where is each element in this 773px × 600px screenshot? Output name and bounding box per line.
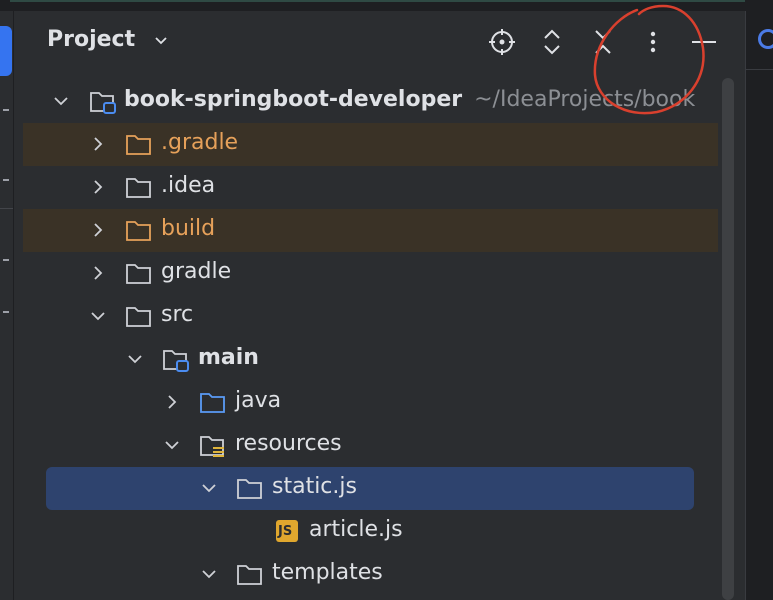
tree-item-src[interactable]: src [13,295,718,338]
folder-icon [237,565,262,585]
tree-item-build[interactable]: build [23,209,718,252]
chevron-down-icon [155,37,167,45]
chevron-down-icon[interactable] [164,437,180,453]
tool-window-strip [0,11,14,600]
top-strip [0,0,773,11]
editor-tab-divider [746,69,773,70]
tree-item-label: resources [235,431,342,456]
tree-item-label: src [161,302,194,327]
tree-item-gradle[interactable]: gradle [13,252,718,295]
folder-icon [126,178,151,198]
resources-folder-icon [200,436,224,457]
editor-tab-highlight [10,0,745,2]
folder-icon [126,264,151,284]
project-path: ~/IdeaProjects/book [474,87,696,112]
project-panel-header: Project [13,11,745,73]
tree-item-article-js[interactable]: JS article.js [13,510,718,553]
tree-item-project-root[interactable]: book-springboot-developer ~/IdeaProjects/… [13,80,718,123]
chevron-down-icon[interactable] [201,480,217,496]
folder-icon [237,479,262,499]
chevron-down-icon[interactable] [90,308,106,324]
vertical-scrollbar[interactable] [722,78,734,600]
tree-item-templates[interactable]: templates [13,553,718,596]
strip-mark [3,259,9,261]
tree-item-label: gradle [161,259,232,284]
tree-item-main[interactable]: main [13,338,718,381]
tree-item-label: article.js [309,517,403,542]
hide-icon[interactable] [687,25,721,59]
editor-tab-icon[interactable] [758,29,773,49]
tree-item-label: java [235,388,282,413]
tree-item-resources[interactable]: resources [13,424,718,467]
chevron-right-icon[interactable] [90,222,106,238]
chevron-down-icon[interactable] [127,351,143,367]
strip-divider [0,208,13,209]
tree-item-label: build [161,216,216,241]
editor-area [745,11,773,600]
collapse-all-icon[interactable] [586,25,620,59]
folder-icon [126,307,151,327]
strip-mark [3,109,9,111]
tree-item-label: .gradle [161,130,239,155]
js-file-icon: JS [276,520,298,542]
panel-title: Project [47,27,136,52]
js-badge: JS [278,524,293,539]
tree-item-idea[interactable]: .idea [13,166,718,209]
chevron-right-icon[interactable] [164,394,180,410]
chevron-right-icon[interactable] [90,136,106,152]
chevron-down-icon[interactable] [53,93,69,109]
tree-item-label: static.js [272,474,357,499]
expand-all-icon[interactable] [535,25,569,59]
project-tool-button[interactable] [0,26,12,76]
locate-icon[interactable] [485,25,519,59]
chevron-right-icon[interactable] [90,179,106,195]
tree-item-static-js[interactable]: static.js [46,467,694,510]
strip-mark [3,311,9,313]
tree-item-label: .idea [161,173,216,198]
source-folder-icon [200,393,225,413]
tree-item-label: templates [272,560,383,585]
folder-icon [126,135,151,155]
tree-item-java[interactable]: java [13,381,718,424]
tree-item-label: book-springboot-developer ~/IdeaProjects/… [124,87,696,112]
tree-item-label: main [198,345,259,370]
chevron-right-icon[interactable] [90,265,106,281]
project-folder-icon [90,92,116,114]
more-options-icon[interactable] [636,25,670,59]
strip-mark [3,179,9,181]
chevron-down-icon[interactable] [201,566,217,582]
folder-icon [126,221,151,241]
module-folder-icon [163,350,189,372]
project-view-selector[interactable]: Project [47,27,169,52]
tree-item-gradle-cache[interactable]: .gradle [23,123,718,166]
